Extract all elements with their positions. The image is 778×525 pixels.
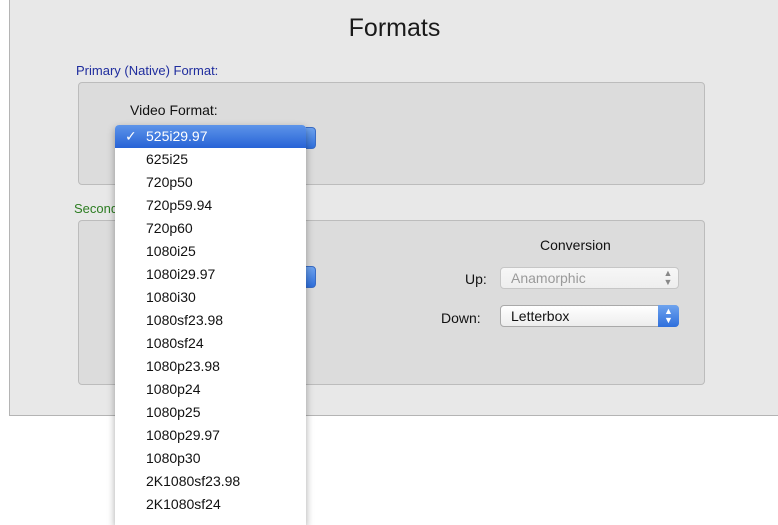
menu-item-1080p25[interactable]: 1080p25 <box>115 401 306 424</box>
menu-item-label: 1080p29.97 <box>146 427 220 443</box>
menu-item-1080i25[interactable]: 1080i25 <box>115 240 306 263</box>
menu-item-1080i29.97[interactable]: 1080i29.97 <box>115 263 306 286</box>
menu-item-label: 1080p25 <box>146 404 201 420</box>
menu-item-label: 525i29.97 <box>146 128 208 144</box>
menu-item-label: 720p59.94 <box>146 197 213 213</box>
menu-item-label: 1080p30 <box>146 450 201 466</box>
up-conversion-popup: Anamorphic ▲ ▼ <box>500 267 679 289</box>
menu-item-720p59.94[interactable]: 720p59.94 <box>115 194 306 217</box>
menu-item-525i29.97[interactable]: ✓ 525i29.97 <box>115 125 306 148</box>
down-conversion-label: Down: <box>441 310 481 326</box>
checkmark-icon: ✓ <box>125 128 137 144</box>
menu-item-1080p29.97[interactable]: 1080p29.97 <box>115 424 306 447</box>
down-conversion-popup[interactable]: Letterbox ▲ ▼ <box>500 305 679 327</box>
menu-item-label: 1080p24 <box>146 381 201 397</box>
menu-item-label: 1080sf24 <box>146 335 204 351</box>
menu-item-label: 720p50 <box>146 174 193 190</box>
menu-item-label: 1080sf23.98 <box>146 312 224 328</box>
menu-item-label: 1080i29.97 <box>146 266 216 282</box>
menu-item-label: 625i25 <box>146 151 189 167</box>
menu-item-1080p23.98[interactable]: 1080p23.98 <box>115 355 306 378</box>
video-format-dropdown-menu[interactable]: ✓ 525i29.97 625i25 720p50 720p59.94 720p60 108… <box>115 125 306 525</box>
up-down-arrows-icon: ▲ ▼ <box>663 268 673 287</box>
menu-item-label: 2K1080sf24 <box>146 496 221 512</box>
video-format-label: Video Format: <box>130 102 218 118</box>
menu-item-2k1080sf24[interactable]: 2K1080sf24 <box>115 493 306 516</box>
menu-item-1080p30[interactable]: 1080p30 <box>115 447 306 470</box>
menu-item-1080sf24[interactable]: 1080sf24 <box>115 332 306 355</box>
menu-item-label: 1080i30 <box>146 289 196 305</box>
menu-item-720p50[interactable]: 720p50 <box>115 171 306 194</box>
menu-item-label: 2K1080sf23.98 <box>146 473 241 489</box>
menu-item-1080p24[interactable]: 1080p24 <box>115 378 306 401</box>
menu-item-label: 1080i25 <box>146 243 196 259</box>
menu-item-1080i30[interactable]: 1080i30 <box>115 286 306 309</box>
menu-item-2k1080sf23.98[interactable]: 2K1080sf23.98 <box>115 470 306 493</box>
conversion-heading: Conversion <box>540 237 611 253</box>
down-conversion-value: Letterbox <box>511 308 570 324</box>
up-down-arrows-icon: ▲ ▼ <box>658 305 679 327</box>
menu-item-1080sf23.98[interactable]: 1080sf23.98 <box>115 309 306 332</box>
primary-format-heading: Primary (Native) Format: <box>76 63 219 78</box>
menu-item-625i25[interactable]: 625i25 <box>115 148 306 171</box>
menu-item-label: 1080p23.98 <box>146 358 220 374</box>
formats-window: Formats Primary (Native) Format: Video F… <box>0 0 778 525</box>
up-conversion-value: Anamorphic <box>511 270 586 286</box>
menu-item-label: 720p60 <box>146 220 193 236</box>
menu-item-720p60[interactable]: 720p60 <box>115 217 306 240</box>
page-title: Formats <box>348 14 441 42</box>
up-conversion-label: Up: <box>465 271 487 287</box>
